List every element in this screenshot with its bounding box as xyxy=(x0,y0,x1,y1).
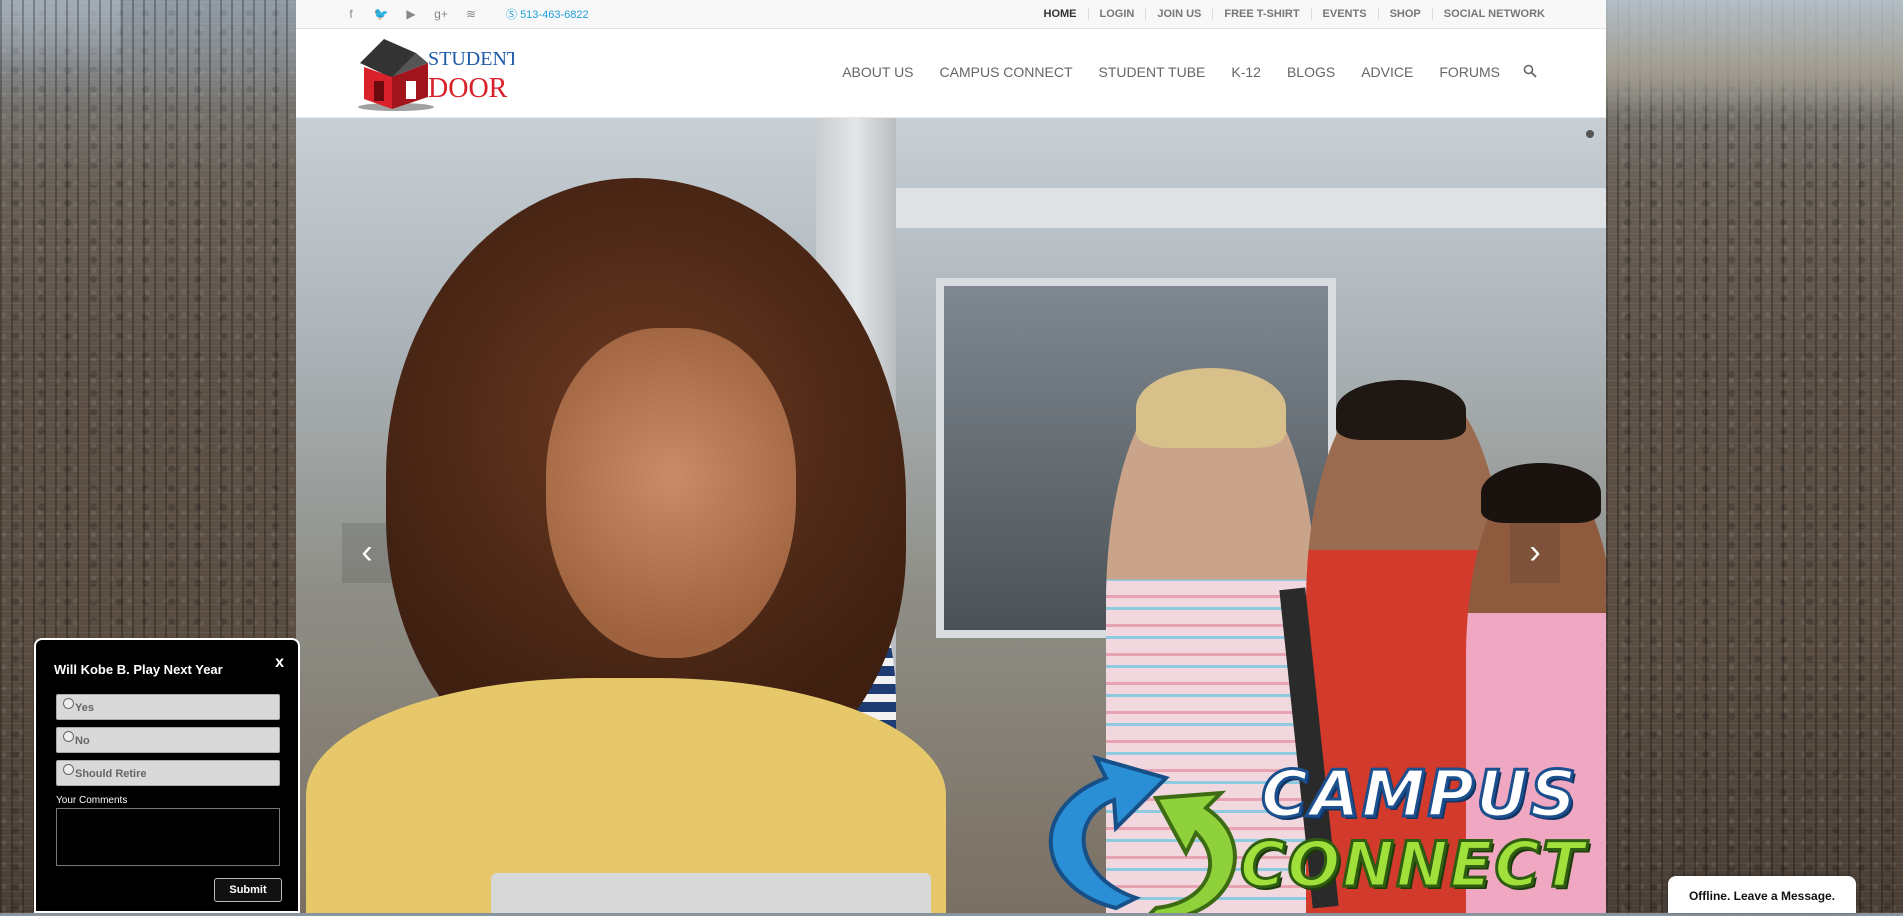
student-hair-black xyxy=(1481,463,1601,523)
logo-text-door: DOOR xyxy=(428,73,508,104)
top-nav-shop[interactable]: SHOP xyxy=(1377,8,1432,20)
slider-dot[interactable] xyxy=(1586,130,1594,138)
facebook-icon[interactable]: f xyxy=(336,6,366,22)
search-icon[interactable] xyxy=(1513,64,1550,81)
radio-button[interactable] xyxy=(63,764,74,775)
comments-textarea[interactable] xyxy=(56,808,280,866)
chat-offline-button[interactable]: Offline. Leave a Message. xyxy=(1668,876,1856,913)
skype-icon: Ⓢ xyxy=(506,9,517,21)
poll-option-no[interactable]: No xyxy=(56,727,280,753)
student-hair-blond xyxy=(1136,368,1286,448)
nav-forums[interactable]: FORUMS xyxy=(1426,64,1513,81)
youtube-icon[interactable]: ▶ xyxy=(396,6,426,22)
twitter-icon[interactable]: 🐦 xyxy=(366,6,396,22)
poll-submit-button[interactable]: Submit xyxy=(214,878,282,902)
student-hair-dark xyxy=(1336,380,1466,440)
social-icons: f 🐦 ▶ g+ ≋ xyxy=(336,6,486,22)
site-logo[interactable]: STUDENT DOOR xyxy=(354,35,519,113)
building-beam xyxy=(896,188,1606,228)
site-container: f 🐦 ▶ g+ ≋ Ⓢ 513-463-6822 HOME LOGIN JOI… xyxy=(296,0,1606,913)
top-nav-home[interactable]: HOME xyxy=(1033,8,1088,20)
poll-option-label: Should Retire xyxy=(75,768,147,780)
nav-k12[interactable]: K-12 xyxy=(1218,64,1274,81)
house-logo-icon: STUDENT DOOR xyxy=(358,39,519,111)
phone-number: 513-463-6822 xyxy=(520,9,589,21)
poll-option-label: Yes xyxy=(75,702,94,714)
hero-slider: CAMPUS CONNECT ‹ › xyxy=(296,118,1606,913)
nav-about-us[interactable]: ABOUT US xyxy=(829,64,926,81)
top-nav-join-us[interactable]: JOIN US xyxy=(1145,8,1212,20)
radio-button[interactable] xyxy=(63,698,74,709)
top-nav: HOME LOGIN JOIN US FREE T-SHIRT EVENTS S… xyxy=(1033,8,1556,20)
background-river xyxy=(1606,0,1903,120)
top-bar: f 🐦 ▶ g+ ≋ Ⓢ 513-463-6822 HOME LOGIN JOI… xyxy=(296,0,1606,29)
poll-option-label: No xyxy=(75,735,90,747)
city-background-right xyxy=(1606,0,1903,913)
nav-campus-connect[interactable]: CAMPUS CONNECT xyxy=(927,64,1086,81)
slider-next-button[interactable]: › xyxy=(1510,523,1560,583)
google-plus-icon[interactable]: g+ xyxy=(426,6,456,22)
rss-icon[interactable]: ≋ xyxy=(456,6,486,22)
slider-prev-button[interactable]: ‹ xyxy=(342,523,392,583)
comments-label: Your Comments xyxy=(56,795,128,806)
laptop xyxy=(491,873,931,913)
main-nav: ABOUT US CAMPUS CONNECT STUDENT TUBE K-1… xyxy=(829,64,1550,81)
nav-advice[interactable]: ADVICE xyxy=(1348,64,1426,81)
poll-option-should-retire[interactable]: Should Retire xyxy=(56,760,280,786)
radio-button[interactable] xyxy=(63,731,74,742)
top-nav-social-network[interactable]: SOCIAL NETWORK xyxy=(1431,8,1556,20)
poll-close-button[interactable]: x xyxy=(275,654,284,672)
woman-face xyxy=(546,328,796,658)
poll-option-yes[interactable]: Yes xyxy=(56,694,280,720)
top-nav-free-tshirt[interactable]: FREE T-SHIRT xyxy=(1212,8,1310,20)
top-nav-login[interactable]: LOGIN xyxy=(1087,8,1146,20)
header: STUDENT DOOR ABOUT US CAMPUS CONNECT STU… xyxy=(296,29,1606,118)
connect-word: CONNECT xyxy=(1238,827,1587,903)
nav-student-tube[interactable]: STUDENT TUBE xyxy=(1086,64,1219,81)
campus-word: CAMPUS xyxy=(1259,757,1579,834)
nav-blogs[interactable]: BLOGS xyxy=(1274,64,1348,81)
poll-widget: Will Kobe B. Play Next Year x Yes No Sho… xyxy=(34,638,300,913)
top-nav-events[interactable]: EVENTS xyxy=(1310,8,1378,20)
logo-text-student: STUDENT xyxy=(428,48,514,70)
poll-title: Will Kobe B. Play Next Year xyxy=(54,662,223,677)
phone-link[interactable]: Ⓢ 513-463-6822 xyxy=(506,6,589,22)
